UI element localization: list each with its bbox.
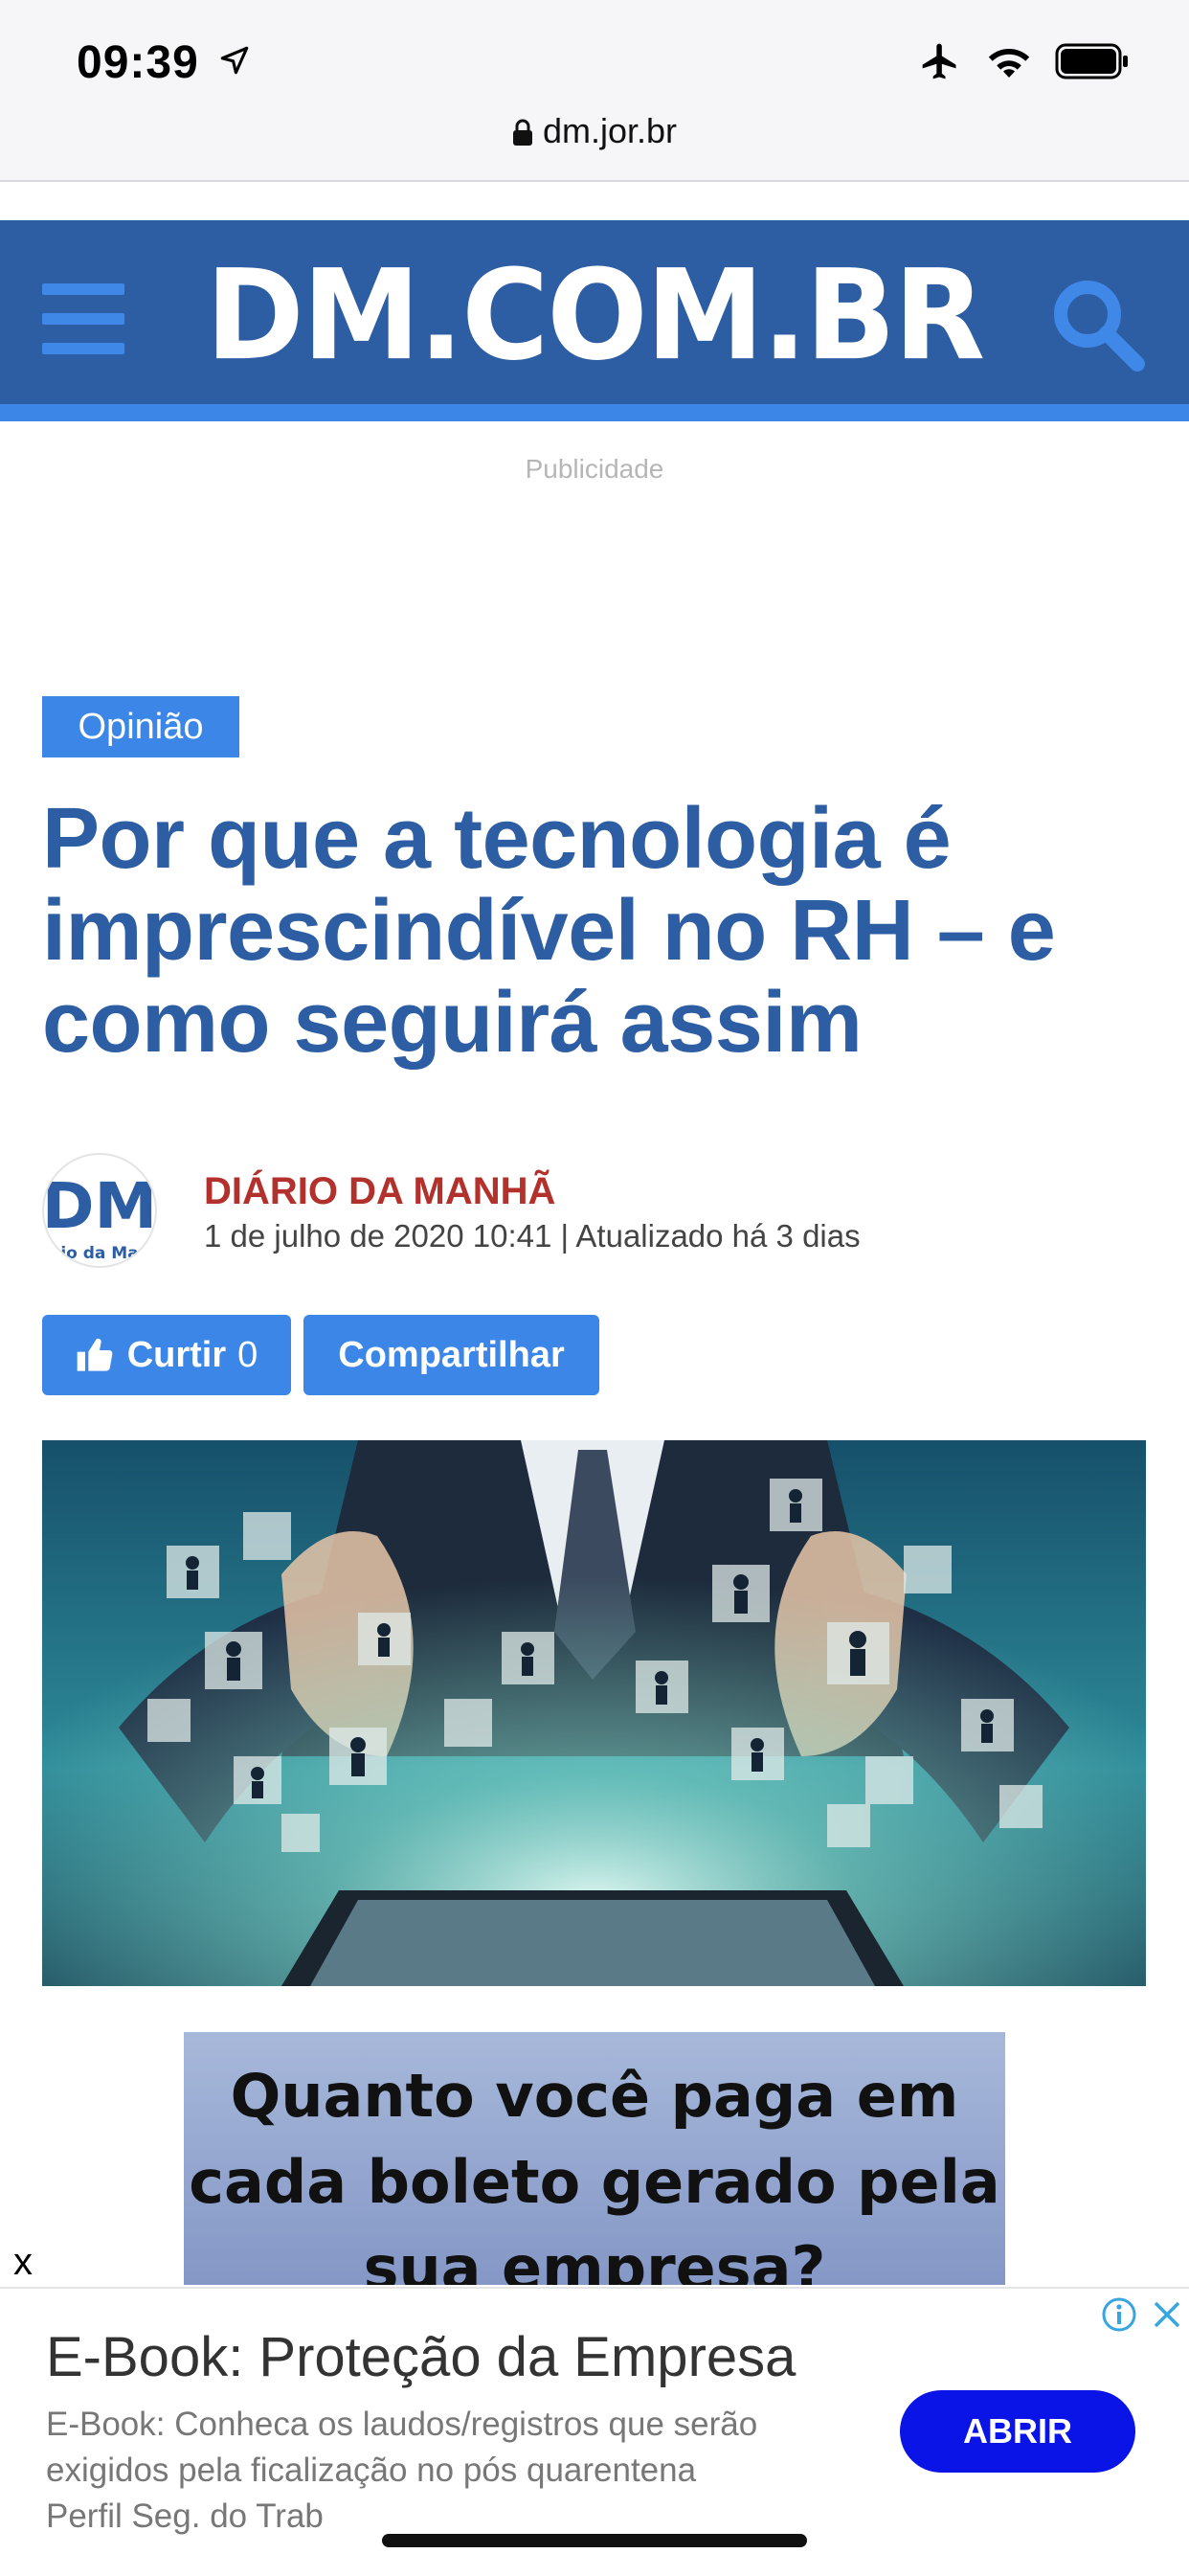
like-button[interactable]: Curtir 0 (42, 1315, 291, 1395)
site-logo[interactable]: DM.COM.BR (0, 243, 1189, 388)
ad-dismiss-x[interactable]: x (13, 2241, 33, 2284)
share-button[interactable]: Compartilhar (303, 1315, 599, 1395)
like-label: Curtir (126, 1334, 227, 1375)
author-name[interactable]: DIÁRIO DA MANHÃ (204, 1170, 555, 1213)
airplane-mode-icon (922, 43, 956, 79)
inline-ad-line-1: Quanto você paga em (230, 2061, 959, 2131)
article-title: Por que a tecnologia é imprescindível no… (42, 791, 1056, 1071)
lock-icon (512, 119, 532, 146)
ad-advertiser: Perfil Seg. do Trab (46, 2497, 324, 2535)
inline-ad-line-2: cada boleto gerado pela (189, 2147, 1000, 2217)
url-text: dm.jor.br (542, 111, 678, 150)
like-count: 0 (237, 1334, 258, 1375)
status-icons (917, 40, 1132, 82)
search-icon[interactable] (1047, 274, 1147, 373)
ad-info-icon[interactable] (1099, 2294, 1139, 2335)
clock: 09:39 (77, 37, 199, 88)
ad-description-text: E-Book: Conheca os laudos/registros que … (46, 2406, 758, 2489)
bottom-ad-banner[interactable]: E-Book: Proteção da Empresa E-Book: Conh… (0, 2287, 1189, 2576)
wifi-icon (988, 48, 1030, 78)
ad-open-button[interactable]: ABRIR (900, 2390, 1135, 2473)
home-indicator[interactable] (382, 2534, 807, 2547)
ad-label: Publicidade (525, 454, 664, 484)
inline-ad-banner[interactable]: Quanto você paga em cada boleto gerado p… (184, 2032, 1005, 2285)
author-logo-icon: DM io da Ma (44, 1169, 155, 1263)
thumbs-up-icon (77, 1338, 113, 1371)
ad-close-icon[interactable] (1147, 2294, 1187, 2335)
site-header: DM.COM.BR (0, 220, 1189, 404)
location-arrow-icon (220, 46, 249, 75)
browser-status-bar: 09:39 dm.jor.br (0, 0, 1189, 182)
ad-title[interactable]: E-Book: Proteção da Empresa (46, 2325, 796, 2389)
ad-description: E-Book: Conheca os laudos/registros que … (46, 2402, 860, 2540)
address-bar[interactable]: dm.jor.br (0, 111, 1189, 151)
header-accent-stripe (0, 404, 1189, 421)
svg-text:DM: DM (44, 1169, 155, 1243)
publish-date: 1 de julho de 2020 10:41 | Atualizado há… (204, 1218, 861, 1254)
category-badge[interactable]: Opinião (42, 696, 239, 757)
inline-ad-line-3: sua empresa? (363, 2233, 826, 2285)
battery-icon (1055, 43, 1128, 79)
svg-text:io da Ma: io da Ma (60, 1244, 138, 1263)
article-hero-image (42, 1440, 1146, 1986)
author-avatar[interactable]: DM io da Ma (42, 1153, 157, 1268)
